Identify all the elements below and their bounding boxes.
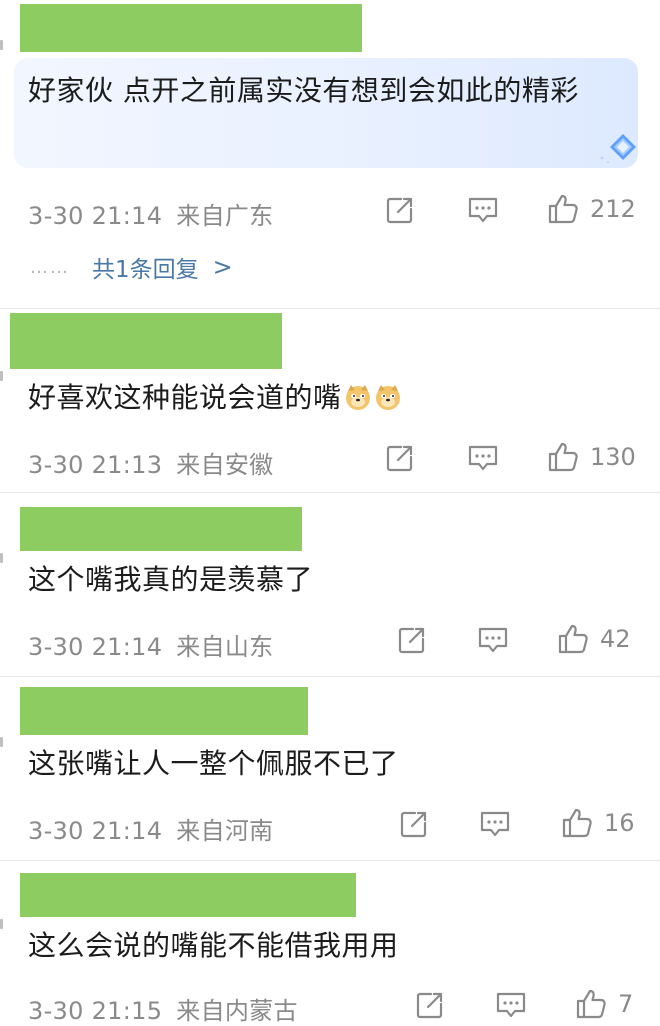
comment-icon: [466, 194, 500, 226]
doge-emoji: [344, 383, 372, 411]
comment-meta: 3-30 21:15 来自内蒙古: [28, 991, 298, 1026]
redacted-username: [20, 873, 356, 917]
doge-emoji: [374, 383, 402, 411]
comment-meta: 3-30 21:14 来自山东: [28, 627, 273, 662]
comment-location: 来自山东: [176, 633, 274, 661]
share-icon: [396, 624, 428, 656]
share-button[interactable]: [414, 989, 446, 1021]
comment-location: 来自河南: [176, 817, 274, 845]
comment-icon: [494, 989, 528, 1021]
reply-button[interactable]: [466, 194, 500, 226]
comment-location: 来自内蒙古: [176, 997, 298, 1025]
share-icon: [398, 808, 430, 840]
share-button[interactable]: [384, 442, 416, 474]
share-button[interactable]: [396, 624, 428, 656]
avatar-edge: [0, 737, 3, 747]
reply-button[interactable]: [494, 989, 528, 1021]
comment-time: 3-30 21:14: [28, 633, 163, 661]
view-replies-link[interactable]: …… 共1条回复 >: [30, 250, 233, 284]
like-count: 7: [618, 990, 634, 1018]
reply-dots: ……: [30, 256, 70, 278]
redacted-username: [20, 507, 302, 551]
like-icon: [546, 440, 580, 474]
comment-time: 3-30 21:14: [28, 817, 163, 845]
reply-button[interactable]: [476, 624, 510, 656]
avatar-edge: [0, 919, 3, 929]
comment-item-4: 这张嘴让人一整个佩服不已了 3-30 21:14 来自河南 16: [0, 677, 660, 859]
avatar-edge: [0, 40, 3, 50]
comment-location: 来自广东: [176, 202, 274, 230]
chevron-right-icon: >: [212, 253, 233, 281]
like-count: 42: [600, 625, 631, 653]
comment-time: 3-30 21:15: [28, 997, 163, 1025]
like-button[interactable]: 7: [574, 987, 633, 1021]
comment-text: 好喜欢这种能说会道的嘴: [28, 377, 620, 419]
like-button[interactable]: 212: [546, 192, 636, 226]
redacted-username: [20, 4, 362, 52]
like-icon: [574, 987, 608, 1021]
share-icon: [414, 989, 446, 1021]
redacted-username: [20, 687, 308, 735]
comment-text: 这么会说的嘴能不能借我用用: [28, 929, 399, 962]
reply-button[interactable]: [466, 442, 500, 474]
comment-text-content: 好喜欢这种能说会道的嘴: [28, 381, 342, 414]
like-count: 212: [590, 195, 636, 223]
like-icon: [556, 622, 590, 656]
like-button[interactable]: 16: [560, 806, 635, 840]
comment-icon: [478, 808, 512, 840]
replies-count-label: 共1条回复: [92, 257, 199, 283]
share-button[interactable]: [384, 194, 416, 226]
comment-text: 这个嘴我真的是羡慕了: [28, 563, 314, 596]
comment-item-5: 这么会说的嘴能不能借我用用 3-30 21:15 来自内蒙古 7: [0, 861, 660, 1025]
comment-icon: [466, 442, 500, 474]
redacted-username: [10, 313, 282, 369]
like-count: 130: [590, 443, 636, 471]
comment-text: 这张嘴让人一整个佩服不已了: [28, 747, 399, 780]
share-button[interactable]: [398, 808, 430, 840]
comment-item-3: 这个嘴我真的是羡慕了 3-30 21:14 来自山东 42: [0, 493, 660, 675]
comment-meta: 3-30 21:14 来自广东: [28, 196, 273, 231]
comment-location: 来自安徽: [176, 451, 274, 479]
like-icon: [560, 806, 594, 840]
share-icon: [384, 194, 416, 226]
comment-meta: 3-30 21:14 来自河南: [28, 811, 273, 846]
comment-time: 3-30 21:14: [28, 202, 163, 230]
comment-text: 好家伙 点开之前属实没有想到会如此的精彩: [28, 74, 579, 107]
comment-item-2: 好喜欢这种能说会道的嘴 3-30 21:13 来自安徽 130: [0, 309, 660, 491]
share-icon: [384, 442, 416, 474]
comment-time: 3-30 21:13: [28, 451, 163, 479]
like-button[interactable]: 42: [556, 622, 631, 656]
reply-button[interactable]: [478, 808, 512, 840]
comment-icon: [476, 624, 510, 656]
avatar-edge: [0, 371, 3, 381]
like-icon: [546, 192, 580, 226]
comment-item-1: 好家伙 点开之前属实没有想到会如此的精彩 3-30 21:14 来自广东 212 …: [0, 0, 660, 308]
like-count: 16: [604, 809, 635, 837]
comment-meta: 3-30 21:13 来自安徽: [28, 445, 273, 480]
diamond-badge-icon: [599, 134, 636, 163]
like-button[interactable]: 130: [546, 440, 636, 474]
avatar-edge: [0, 553, 3, 563]
